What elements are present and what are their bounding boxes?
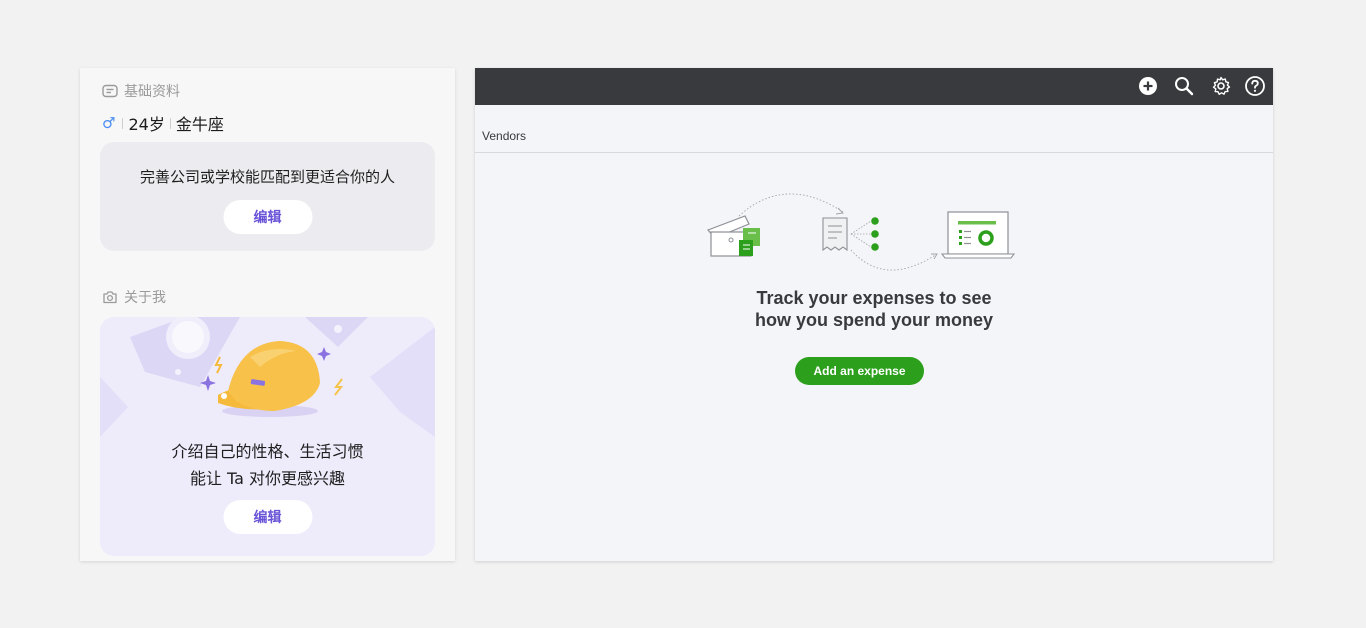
about-me-card: 介绍自己的性格、生活习惯 能让 Ta 对你更感兴趣 编辑 bbox=[100, 317, 435, 556]
edit-about-button[interactable]: 编辑 bbox=[223, 500, 312, 534]
zodiac-text: 金牛座 bbox=[175, 115, 224, 134]
page-header: Vendors bbox=[475, 105, 1273, 153]
vendors-panel: Vendors Track your expenses to see how y… bbox=[475, 68, 1273, 561]
id-card-icon bbox=[102, 84, 118, 98]
basic-info-header: 基础资料 bbox=[102, 81, 180, 101]
about-me-header: 关于我 bbox=[102, 287, 166, 307]
add-expense-button[interactable]: Add an expense bbox=[795, 357, 924, 385]
about-me-title: 关于我 bbox=[124, 290, 166, 306]
add-icon[interactable] bbox=[1137, 75, 1159, 97]
expense-flow-illustration bbox=[706, 193, 1015, 271]
gear-icon[interactable] bbox=[1210, 75, 1232, 97]
page-title: Vendors bbox=[482, 129, 527, 143]
basic-info-title: 基础资料 bbox=[124, 84, 180, 100]
profile-panel: 基础资料 ♂ 24岁 金牛座 完善公司或学校能匹配到更适合你的人 编辑 关于我 bbox=[80, 68, 455, 561]
basic-info-row: ♂ 24岁 金牛座 bbox=[102, 111, 224, 135]
edit-company-button[interactable]: 编辑 bbox=[223, 200, 312, 234]
age-text: 24岁 bbox=[128, 115, 165, 134]
help-icon[interactable] bbox=[1244, 75, 1266, 97]
divider bbox=[169, 117, 171, 129]
company-card: 完善公司或学校能匹配到更适合你的人 编辑 bbox=[100, 142, 435, 251]
camera-icon bbox=[102, 290, 118, 304]
cap-illustration bbox=[100, 317, 435, 437]
headline-line2: how you spend your money bbox=[754, 310, 994, 330]
about-me-prompt-line1: 介绍自己的性格、生活习惯 bbox=[171, 442, 364, 461]
about-me-prompt-line2: 能让 Ta 对你更感兴趣 bbox=[189, 469, 346, 488]
search-icon[interactable] bbox=[1173, 75, 1195, 97]
top-toolbar bbox=[475, 68, 1273, 105]
company-card-text: 完善公司或学校能匹配到更适合你的人 bbox=[139, 168, 395, 186]
empty-state-headline: Track your expenses to see how you spend… bbox=[475, 287, 1273, 331]
divider bbox=[122, 117, 124, 129]
headline-line1: Track your expenses to see bbox=[756, 288, 992, 308]
male-icon: ♂ bbox=[102, 114, 116, 132]
